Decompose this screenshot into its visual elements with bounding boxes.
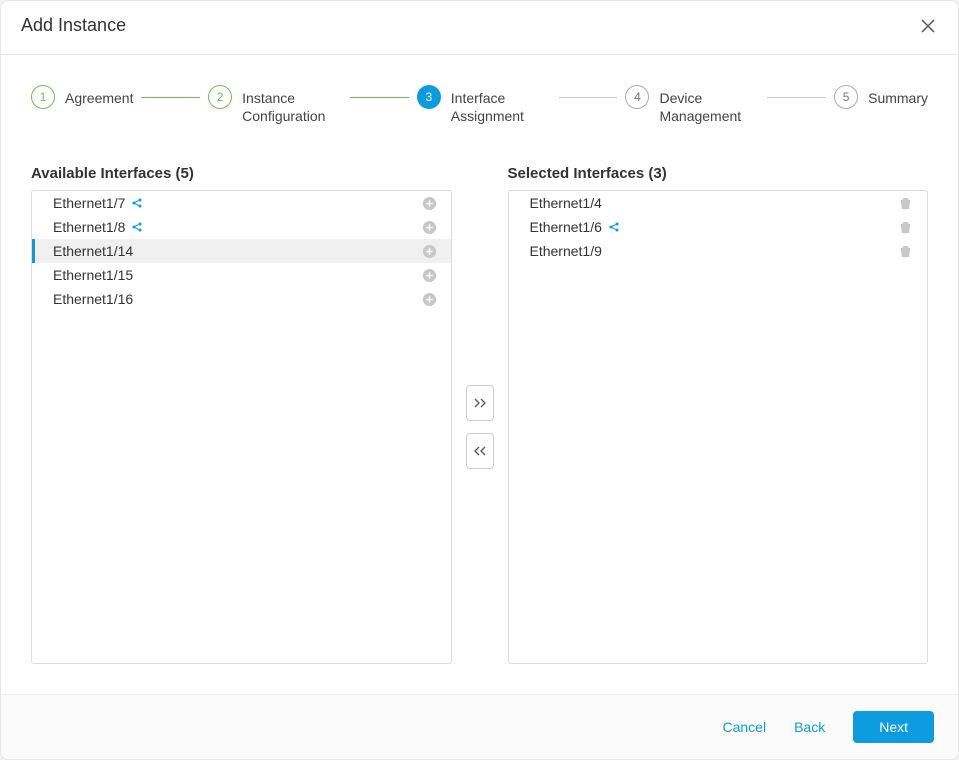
interface-name: Ethernet1/16	[53, 291, 133, 307]
close-icon	[920, 18, 936, 34]
step-circle: 5	[834, 85, 858, 109]
move-left-button[interactable]	[466, 433, 494, 469]
add-icon[interactable]	[422, 244, 437, 259]
interface-name: Ethernet1/14	[53, 243, 133, 259]
available-list: Ethernet1/7 Ethernet1/8 Ethernet1/14 Ethern…	[31, 190, 452, 664]
step-1[interactable]: 1 Agreement	[31, 85, 133, 109]
available-panel: Available Interfaces (5) Ethernet1/7Ethe…	[31, 165, 452, 664]
interface-name: Ethernet1/9	[530, 243, 602, 259]
selected-item[interactable]: Ethernet1/9	[509, 239, 928, 263]
selected-heading: Selected Interfaces (3)	[508, 165, 929, 182]
modal-header: Add Instance	[1, 1, 958, 55]
step-5[interactable]: 5 Summary	[834, 85, 928, 109]
add-icon[interactable]	[422, 220, 437, 235]
step-label: Instance Configuration	[242, 85, 342, 125]
available-item[interactable]: Ethernet1/7	[32, 191, 451, 215]
move-right-button[interactable]	[466, 385, 494, 421]
step-2[interactable]: 2 Instance Configuration	[208, 85, 342, 125]
share-icon	[131, 197, 143, 209]
row-left: Ethernet1/4	[530, 195, 602, 211]
interface-name: Ethernet1/7	[53, 195, 125, 211]
step-connector	[141, 97, 200, 98]
step-circle: 1	[31, 85, 55, 109]
share-icon	[608, 221, 620, 233]
available-item[interactable]: Ethernet1/8	[32, 215, 451, 239]
interface-name: Ethernet1/8	[53, 219, 125, 235]
row-left: Ethernet1/15	[53, 267, 133, 283]
selected-item[interactable]: Ethernet1/4	[509, 191, 928, 215]
step-connector	[350, 97, 409, 98]
step-label: Interface Assignment	[451, 85, 551, 125]
row-left: Ethernet1/6	[530, 219, 620, 235]
trash-icon[interactable]	[898, 244, 913, 259]
trash-icon[interactable]	[898, 196, 913, 211]
step-circle: 3	[417, 85, 441, 109]
modal-body: Available Interfaces (5) Ethernet1/7Ethe…	[1, 135, 958, 694]
wizard-stepper: 1 Agreement 2 Instance Configuration 3 Interf…	[1, 55, 958, 135]
available-item[interactable]: Ethernet1/14	[32, 239, 451, 263]
chevrons-right-icon	[473, 397, 487, 409]
share-icon	[131, 221, 143, 233]
add-icon[interactable]	[422, 196, 437, 211]
interface-name: Ethernet1/4	[530, 195, 602, 211]
selected-item[interactable]: Ethernet1/6	[509, 215, 928, 239]
interface-name: Ethernet1/6	[530, 219, 602, 235]
available-heading: Available Interfaces (5)	[31, 165, 452, 182]
step-label: Device Management	[659, 85, 759, 125]
add-icon[interactable]	[422, 292, 437, 307]
row-left: Ethernet1/14	[53, 243, 133, 259]
step-circle: 2	[208, 85, 232, 109]
interface-name: Ethernet1/15	[53, 267, 133, 283]
row-left: Ethernet1/16	[53, 291, 133, 307]
step-circle: 4	[625, 85, 649, 109]
back-button[interactable]: Back	[794, 719, 825, 735]
modal-title: Add Instance	[21, 15, 126, 36]
next-button[interactable]: Next	[853, 711, 934, 743]
modal-footer: Cancel Back Next	[1, 694, 958, 759]
step-3[interactable]: 3 Interface Assignment	[417, 85, 551, 125]
trash-icon[interactable]	[898, 220, 913, 235]
selected-panel: Selected Interfaces (3) Ethernet1/4Ether…	[508, 165, 929, 664]
step-connector	[767, 97, 826, 98]
step-label: Agreement	[65, 85, 133, 107]
close-button[interactable]	[918, 16, 938, 36]
step-4[interactable]: 4 Device Management	[625, 85, 759, 125]
available-item[interactable]: Ethernet1/16	[32, 287, 451, 311]
selected-list: Ethernet1/4 Ethernet1/6 Ethernet1/9	[508, 190, 929, 664]
add-instance-modal: Add Instance 1 Agreement 2 Instance Configu…	[0, 0, 959, 760]
cancel-button[interactable]: Cancel	[722, 719, 766, 735]
chevrons-left-icon	[473, 445, 487, 457]
row-left: Ethernet1/7	[53, 195, 143, 211]
add-icon[interactable]	[422, 268, 437, 283]
row-left: Ethernet1/9	[530, 243, 602, 259]
available-item[interactable]: Ethernet1/15	[32, 263, 451, 287]
step-connector	[559, 97, 618, 98]
transfer-buttons	[462, 189, 498, 664]
row-left: Ethernet1/8	[53, 219, 143, 235]
step-label: Summary	[868, 85, 928, 107]
